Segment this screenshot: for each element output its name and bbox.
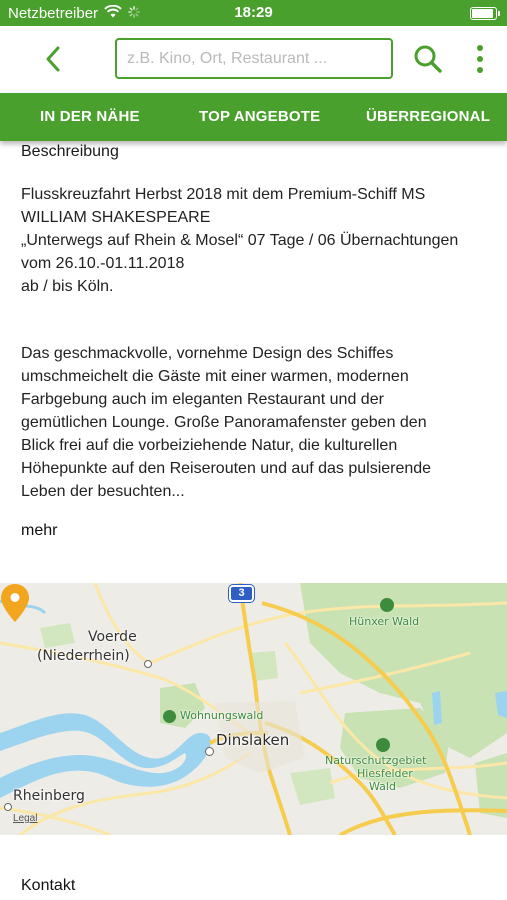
map-label-wald: Wald	[369, 780, 396, 793]
map-label-niederrhein: (Niederrhein)	[37, 648, 130, 664]
park-icon	[376, 738, 390, 752]
place-dot	[144, 660, 152, 668]
description-line: gemütlichen Lounge. Große Panoramafenste…	[21, 414, 427, 431]
description-intro: Flusskreuzfahrt Herbst 2018 mit dem Prem…	[21, 183, 496, 298]
forest-area	[40, 623, 75, 648]
more-vertical-icon-dot	[477, 67, 483, 73]
more-vertical-icon-dot	[477, 45, 483, 51]
forest-area	[290, 768, 335, 805]
more-vertical-icon-dot	[477, 56, 483, 62]
route-shield: 3	[229, 585, 254, 602]
map-label-rheinberg: Rheinberg	[13, 788, 85, 804]
description-line: vom 26.10.-01.11.2018	[21, 255, 185, 272]
description-line: WILLIAM SHAKESPEARE	[21, 209, 211, 226]
description-line: ab / bis Köln.	[21, 278, 114, 295]
description-body: Das geschmackvolle, vornehme Design des …	[21, 342, 496, 503]
map-label-wohnungswald: Wohnungswald	[180, 709, 264, 722]
map-label-voerde: Voerde	[88, 629, 137, 645]
category-tabs: IN DER NÄHE TOP ANGEBOTE ÜBERREGIONAL	[0, 93, 507, 141]
more-options-button[interactable]	[468, 41, 492, 77]
location-pin-icon	[1, 584, 29, 622]
description-line: umschmeichelt die Gäste mit einer warmen…	[21, 368, 409, 385]
map-label-hiesfelder: Hiesfelder	[357, 767, 413, 780]
chevron-left-icon	[46, 46, 60, 72]
status-bar: Netzbetreiber 18:29	[0, 0, 507, 26]
tab-top-angebote[interactable]: TOP ANGEBOTE	[199, 93, 320, 141]
contact-heading: Kontakt	[21, 877, 76, 894]
park-icon	[163, 710, 176, 723]
park-icon	[380, 598, 394, 612]
tab-in-der-naehe[interactable]: IN DER NÄHE	[40, 93, 140, 141]
description-line: Flusskreuzfahrt Herbst 2018 mit dem Prem…	[21, 186, 426, 203]
map-label-dinslaken: Dinslaken	[216, 731, 290, 749]
map-label-huenxer-wald: Hünxer Wald	[349, 615, 420, 628]
description-line: Höhepunkte auf den Reiserouten und auf d…	[21, 460, 432, 477]
more-link[interactable]: mehr	[21, 522, 57, 540]
map-label-naturschutzgebiet: Naturschutzgebiet	[325, 754, 427, 767]
search-input[interactable]	[117, 40, 391, 77]
description-line: Blick frei auf die vorbeiziehende Natur,…	[21, 437, 398, 454]
description-line: Das geschmackvolle, vornehme Design des …	[21, 345, 394, 362]
tab-ueberregional[interactable]: ÜBERREGIONAL	[366, 93, 490, 141]
battery-icon	[470, 7, 500, 20]
back-button[interactable]	[38, 42, 68, 76]
search-icon	[414, 45, 442, 73]
battery-level	[472, 9, 493, 18]
location-map[interactable]: 3 Voerde (Niederrhein) Wohnungswald Dins…	[0, 583, 507, 835]
place-dot	[4, 803, 12, 811]
description-line: „Unterwegs auf Rhein & Mosel“ 07 Tage / …	[21, 232, 459, 249]
major-road	[339, 808, 507, 835]
place-dot	[205, 747, 214, 756]
search-header	[0, 26, 507, 93]
search-button[interactable]	[411, 41, 445, 77]
status-time: 18:29	[234, 4, 273, 21]
map-legal-link[interactable]: Legal	[13, 813, 37, 824]
description-heading: Beschreibung	[21, 143, 119, 160]
search-field[interactable]	[115, 38, 393, 79]
description-line: Farbgebung auch im eleganten Restaurant …	[21, 391, 384, 408]
description-line: Leben der besuchten...	[21, 483, 185, 500]
